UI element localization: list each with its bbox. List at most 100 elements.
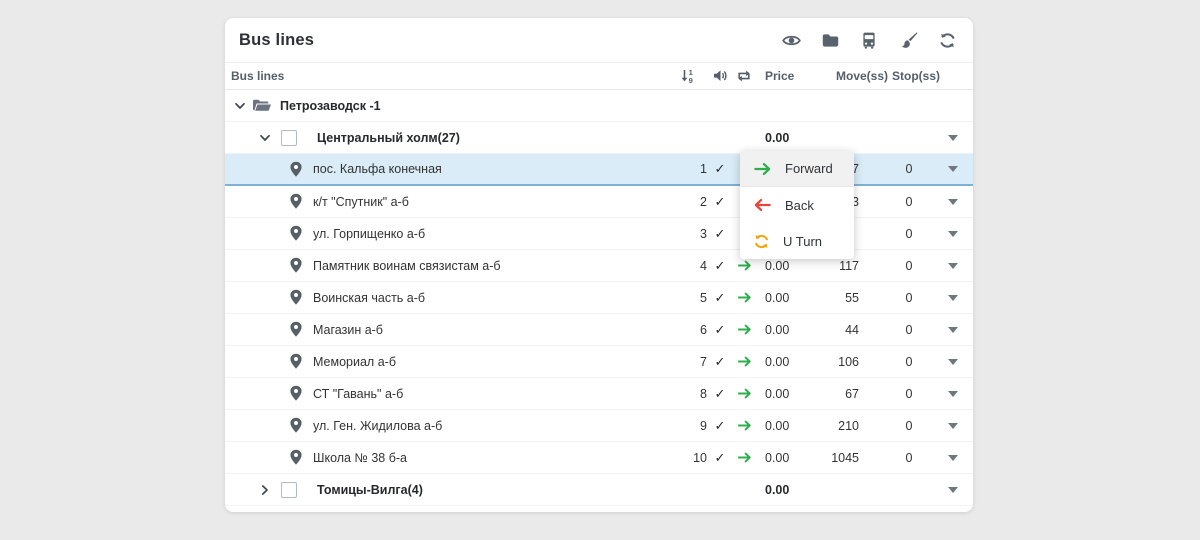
chevron-down-icon[interactable] [234, 100, 246, 112]
price-cell[interactable]: 0.00 [757, 483, 827, 497]
stop-row[interactable]: СТ "Гавань" а-б8✓ 0.00670 [225, 378, 973, 410]
clear-button[interactable] [898, 30, 918, 50]
direction-cell[interactable] [731, 323, 757, 336]
caret-down-icon[interactable] [948, 263, 958, 269]
stop-row[interactable]: пос. Кальфа конечная1✓70 [225, 154, 973, 186]
forward-direction-icon[interactable] [737, 387, 752, 400]
row-label: СТ "Гавань" а-б [313, 387, 403, 401]
direction-cell[interactable] [731, 387, 757, 400]
column-header-price[interactable]: Price [757, 69, 827, 83]
price-cell[interactable]: 0.00 [757, 323, 827, 337]
direction-cell[interactable] [731, 419, 757, 432]
price-cell[interactable]: 0.00 [757, 131, 827, 145]
row-actions-cell[interactable] [933, 359, 973, 365]
row-actions-cell[interactable] [933, 327, 973, 333]
map-pin-icon [289, 353, 303, 370]
caret-down-icon[interactable] [948, 487, 958, 493]
chevron-down-icon[interactable] [259, 132, 271, 144]
price-cell[interactable]: 0.00 [757, 419, 827, 433]
price-cell[interactable]: 0.00 [757, 355, 827, 369]
direction-cell[interactable] [731, 291, 757, 304]
menu-item-u-turn[interactable]: U Turn [740, 223, 854, 259]
row-actions-cell[interactable] [933, 391, 973, 397]
row-actions-cell[interactable] [933, 199, 973, 205]
row-actions-cell[interactable] [933, 166, 973, 172]
refresh-button[interactable] [937, 30, 957, 50]
back-arrow-icon [753, 197, 772, 213]
row-actions-cell[interactable] [933, 231, 973, 237]
map-pin-icon [289, 321, 303, 338]
move-cell: 106 [827, 355, 885, 369]
row-actions-cell[interactable] [933, 487, 973, 493]
group-checkbox[interactable] [281, 482, 297, 498]
route-group-row[interactable]: Центральный холм(27)0.00 [225, 122, 973, 154]
move-cell: 55 [827, 291, 885, 305]
bus-button[interactable] [859, 30, 879, 50]
caret-down-icon[interactable] [948, 231, 958, 237]
menu-item-forward[interactable]: Forward [740, 151, 854, 187]
caret-down-icon[interactable] [948, 423, 958, 429]
stop-row[interactable]: Школа № 38 б-а10✓ 0.0010450 [225, 442, 973, 474]
direction-cell[interactable] [731, 259, 757, 272]
forward-direction-icon[interactable] [737, 355, 752, 368]
stop-row[interactable]: Магазин а-б6✓ 0.00440 [225, 314, 973, 346]
map-pin-icon [289, 417, 303, 434]
forward-direction-icon[interactable] [737, 451, 752, 464]
price-cell[interactable]: 0.00 [757, 451, 827, 465]
menu-item-label: Back [785, 198, 814, 213]
row-name-cell: Школа № 38 б-а [225, 442, 667, 473]
row-label: ул. Ген. Жидилова а-б [313, 419, 442, 433]
column-header-bus-lines[interactable]: Bus lines [225, 69, 667, 83]
depot-row[interactable]: Петрозаводск -1 [225, 90, 973, 122]
sort-numeric-icon[interactable]: 19 [667, 68, 709, 84]
column-header-move[interactable]: Move(ss) [827, 69, 885, 83]
caret-down-icon[interactable] [948, 199, 958, 205]
price-cell[interactable]: 0.00 [757, 259, 827, 273]
check-cell: ✓ [709, 450, 731, 466]
forward-direction-icon[interactable] [737, 291, 752, 304]
caret-down-icon[interactable] [948, 166, 958, 172]
visibility-button[interactable] [781, 30, 801, 50]
row-actions-cell[interactable] [933, 295, 973, 301]
check-cell: ✓ [709, 290, 731, 306]
forward-direction-icon[interactable] [737, 419, 752, 432]
price-cell[interactable]: 0.00 [757, 387, 827, 401]
price-cell[interactable]: 0.00 [757, 291, 827, 305]
route-group-row[interactable]: Томицы-Вилга(4)0.00 [225, 474, 973, 506]
stop-number-cell: 2 [667, 195, 709, 209]
row-actions-cell[interactable] [933, 455, 973, 461]
volume-icon[interactable] [709, 68, 731, 84]
direction-cell[interactable] [731, 355, 757, 368]
row-actions-cell[interactable] [933, 423, 973, 429]
caret-down-icon[interactable] [948, 391, 958, 397]
stop-number-cell: 6 [667, 323, 709, 337]
row-label: Магазин а-б [313, 323, 383, 337]
stop-row[interactable]: ул. Горпищенко а-б3✓0 [225, 218, 973, 250]
stop-row[interactable]: ул. Ген. Жидилова а-б9✓ 0.002100 [225, 410, 973, 442]
folder-open-icon [252, 97, 272, 114]
caret-down-icon[interactable] [948, 327, 958, 333]
row-label: ул. Горпищенко а-б [313, 227, 425, 241]
group-checkbox[interactable] [281, 130, 297, 146]
forward-direction-icon[interactable] [737, 259, 752, 272]
caret-down-icon[interactable] [948, 359, 958, 365]
column-header-stop[interactable]: Stop(ss) [885, 69, 933, 83]
caret-down-icon[interactable] [948, 135, 958, 141]
caret-down-icon[interactable] [948, 295, 958, 301]
menu-item-back[interactable]: Back [740, 187, 854, 223]
direction-context-menu: Forward Back U Turn [740, 151, 854, 259]
forward-direction-icon[interactable] [737, 323, 752, 336]
map-pin-icon [289, 289, 303, 306]
stop-row[interactable]: к/т "Спутник" а-б2✓30 [225, 186, 973, 218]
stop-row[interactable]: Памятник воинам связистам а-б4✓ 0.001170 [225, 250, 973, 282]
chevron-right-icon[interactable] [259, 484, 271, 496]
stop-number-cell: 1 [667, 162, 709, 176]
folder-button[interactable] [820, 30, 840, 50]
direction-cell[interactable] [731, 451, 757, 464]
repeat-icon[interactable] [731, 68, 757, 84]
stop-row[interactable]: Мемориал а-б7✓ 0.001060 [225, 346, 973, 378]
row-actions-cell[interactable] [933, 135, 973, 141]
stop-row[interactable]: Воинская часть а-б5✓ 0.00550 [225, 282, 973, 314]
row-actions-cell[interactable] [933, 263, 973, 269]
caret-down-icon[interactable] [948, 455, 958, 461]
